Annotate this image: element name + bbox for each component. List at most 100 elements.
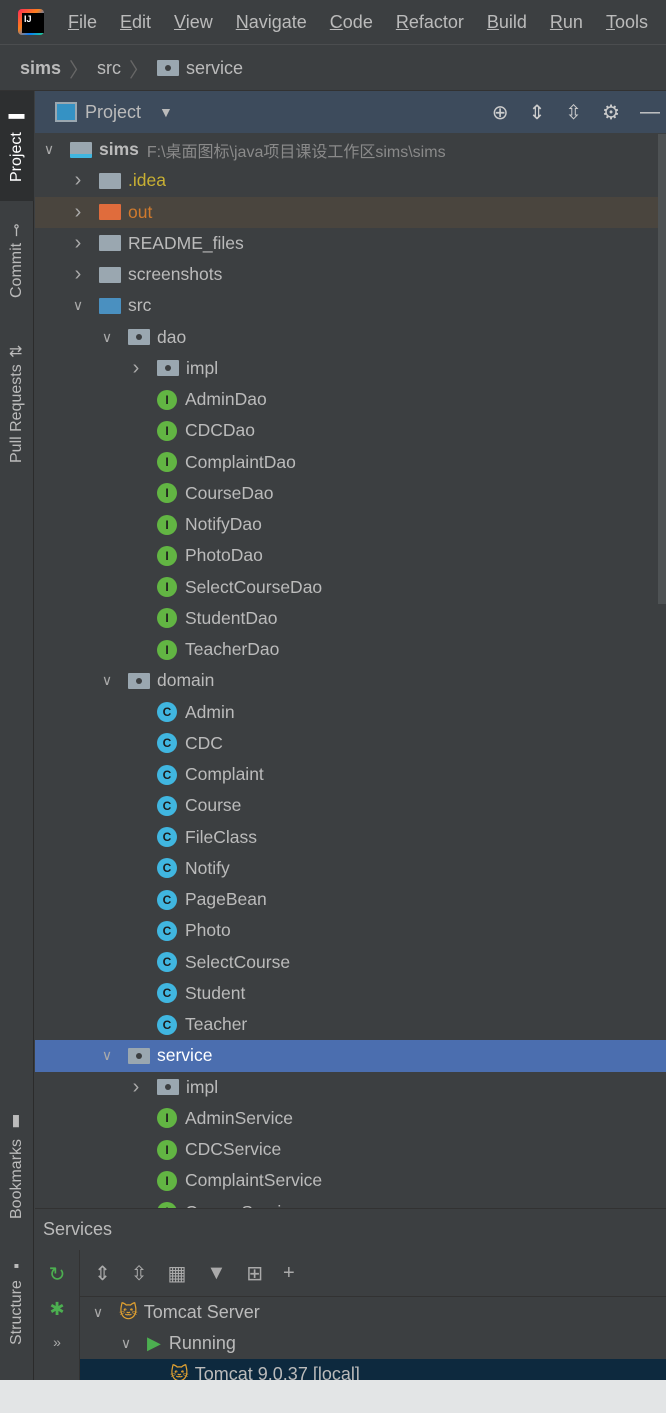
tree-item-label: Notify bbox=[185, 857, 230, 878]
tree-item[interactable]: I NotifyDao bbox=[35, 509, 666, 540]
chevron-right-icon[interactable]: › bbox=[128, 357, 144, 380]
tree-item[interactable]: › README_files bbox=[35, 228, 666, 259]
tree-item[interactable]: I ComplaintService bbox=[35, 1165, 666, 1196]
breadcrumb-sims[interactable]: sims bbox=[20, 58, 61, 79]
tab-commit[interactable]: Commit ⊸ bbox=[0, 211, 34, 311]
interface-icon: I bbox=[157, 483, 177, 504]
chevron-down-icon[interactable]: ∨ bbox=[41, 141, 57, 158]
tree-item[interactable]: I ComplaintDao bbox=[35, 447, 666, 478]
tree-item[interactable]: I TeacherDao bbox=[35, 634, 666, 665]
tree-item[interactable]: ∨ sims F:\桌面图标\java项目课设工作区sims\sims bbox=[35, 134, 666, 165]
service-item-running[interactable]: ∨ ▶ Running bbox=[80, 1328, 666, 1359]
menu-file[interactable]: File bbox=[68, 12, 97, 33]
tree-item-label: FileClass bbox=[185, 826, 257, 847]
bookmark-icon: ▮ bbox=[8, 1113, 26, 1133]
tree-item[interactable]: › impl bbox=[35, 353, 666, 384]
chevron-down-icon[interactable]: ∨ bbox=[118, 1335, 134, 1352]
chevron-right-icon[interactable]: › bbox=[70, 232, 86, 255]
service-item-tomcat-local[interactable]: 🐱 Tomcat 9.0.37 [local] bbox=[80, 1359, 666, 1380]
debug-icon[interactable]: ✱ bbox=[35, 1299, 79, 1320]
services-header: Services bbox=[35, 1208, 666, 1250]
scrollbar[interactable] bbox=[658, 134, 666, 604]
tree-item[interactable]: C Course bbox=[35, 790, 666, 821]
interface-icon: I bbox=[157, 514, 177, 535]
collapse-all-icon[interactable]: ⇳ bbox=[565, 100, 582, 125]
menu-run[interactable]: Run bbox=[550, 12, 583, 33]
commit-icon: ⊸ bbox=[8, 223, 26, 238]
menu-code[interactable]: Code bbox=[330, 12, 373, 33]
menu-build[interactable]: Build bbox=[487, 12, 527, 33]
tree-item-label: CDCDao bbox=[185, 420, 256, 441]
tree-item[interactable]: C SelectCourse bbox=[35, 947, 666, 978]
interface-icon: I bbox=[157, 545, 177, 566]
menu-navigate[interactable]: Navigate bbox=[236, 12, 307, 33]
chevron-down-icon[interactable]: ∨ bbox=[99, 329, 115, 346]
add-icon[interactable]: + bbox=[283, 1262, 295, 1285]
chevron-right-icon[interactable]: › bbox=[70, 201, 86, 224]
tree-item[interactable]: C Complaint bbox=[35, 759, 666, 790]
tree-item[interactable]: › .idea bbox=[35, 165, 666, 196]
chevron-right-icon[interactable]: › bbox=[70, 169, 86, 192]
tree-item[interactable]: I PhotoDao bbox=[35, 540, 666, 571]
filter-icon[interactable]: ▼ bbox=[206, 1262, 226, 1285]
tree-item[interactable]: C PageBean bbox=[35, 884, 666, 915]
project-view-selector[interactable]: Project bbox=[85, 102, 141, 123]
tree-item[interactable]: C Photo bbox=[35, 915, 666, 946]
new-tab-icon[interactable]: ⊞ bbox=[246, 1261, 263, 1286]
collapse-all-icon[interactable]: ⇳ bbox=[131, 1261, 148, 1286]
chevron-down-icon[interactable]: ∨ bbox=[99, 1047, 115, 1064]
folder-icon bbox=[99, 235, 121, 252]
tree-item[interactable]: C Teacher bbox=[35, 1009, 666, 1040]
tree-item-label: service bbox=[157, 1045, 213, 1066]
menu-view[interactable]: View bbox=[174, 12, 213, 33]
menu-edit[interactable]: Edit bbox=[120, 12, 151, 33]
tree-item[interactable]: ∨ domain bbox=[35, 665, 666, 696]
chevron-down-icon[interactable]: ∨ bbox=[90, 1304, 106, 1321]
tree-item[interactable]: ∨ service bbox=[35, 1040, 666, 1072]
chevron-right-icon[interactable]: › bbox=[128, 1076, 144, 1099]
tree-item[interactable]: ICourseService bbox=[35, 1197, 666, 1208]
chevron-down-icon[interactable]: ∨ bbox=[70, 297, 86, 314]
tree-item[interactable]: C Student bbox=[35, 978, 666, 1009]
more-icon[interactable]: » bbox=[35, 1334, 79, 1350]
tab-project[interactable]: Project ▬ bbox=[0, 91, 34, 201]
tree-item[interactable]: › out bbox=[35, 196, 666, 228]
tab-bookmarks[interactable]: Bookmarks ▮ bbox=[0, 1101, 34, 1231]
breadcrumb-src[interactable]: src bbox=[97, 58, 121, 79]
tree-item[interactable]: C Admin bbox=[35, 697, 666, 728]
tree-item[interactable]: C FileClass bbox=[35, 822, 666, 853]
tree-item[interactable]: I AdminService bbox=[35, 1103, 666, 1134]
hide-icon[interactable]: — bbox=[640, 101, 660, 124]
chevron-down-icon[interactable]: ▼ bbox=[159, 104, 173, 120]
tree-item[interactable]: C CDC bbox=[35, 728, 666, 759]
tree-item-label: README_files bbox=[128, 232, 244, 253]
tree-item[interactable]: I SelectCourseDao bbox=[35, 572, 666, 603]
tree-item-label: .idea bbox=[128, 170, 166, 191]
rerun-icon[interactable]: ↻ bbox=[35, 1262, 79, 1287]
tree-item-label: AdminDao bbox=[185, 389, 267, 410]
locate-icon[interactable]: ⊕ bbox=[492, 100, 509, 125]
chevron-down-icon[interactable]: ∨ bbox=[99, 672, 115, 689]
menu-tools[interactable]: Tools bbox=[606, 12, 648, 33]
tree-item[interactable]: ∨ src bbox=[35, 290, 666, 321]
expand-all-icon[interactable]: ⇕ bbox=[94, 1261, 111, 1286]
tree-item[interactable]: C Notify bbox=[35, 853, 666, 884]
tab-structure[interactable]: Structure ▪ bbox=[0, 1246, 34, 1356]
menu-refactor[interactable]: Refactor bbox=[396, 12, 464, 33]
expand-all-icon[interactable]: ⇕ bbox=[529, 100, 546, 125]
tree-item[interactable]: I AdminDao bbox=[35, 384, 666, 415]
tree-item[interactable]: › impl bbox=[35, 1072, 666, 1103]
tree-item[interactable]: I CourseDao bbox=[35, 478, 666, 509]
tab-pull-requests[interactable]: Pull Requests ⇅ bbox=[0, 331, 34, 476]
tree-item[interactable]: › screenshots bbox=[35, 259, 666, 290]
group-icon[interactable]: ▦ bbox=[168, 1261, 187, 1286]
service-item-tomcat[interactable]: ∨ 🐱 Tomcat Server bbox=[80, 1297, 666, 1328]
tree-item[interactable]: I CDCDao bbox=[35, 415, 666, 446]
interface-icon: I bbox=[157, 389, 177, 410]
breadcrumb-service[interactable]: service bbox=[186, 58, 243, 79]
chevron-right-icon[interactable]: › bbox=[70, 263, 86, 286]
tree-item[interactable]: I StudentDao bbox=[35, 603, 666, 634]
tree-item[interactable]: ∨ dao bbox=[35, 322, 666, 353]
tree-item[interactable]: I CDCService bbox=[35, 1134, 666, 1165]
gear-icon[interactable]: ⚙ bbox=[602, 100, 620, 125]
